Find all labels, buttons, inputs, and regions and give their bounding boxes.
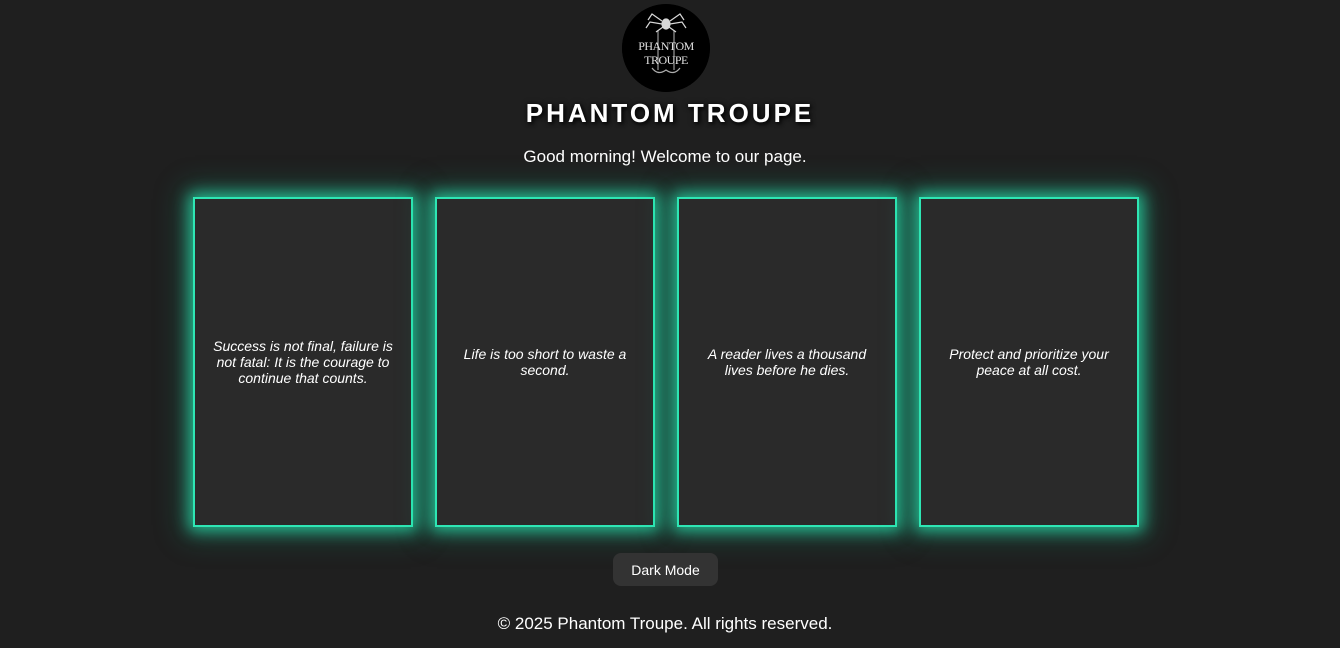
quote-card[interactable]: A reader lives a thousand lives before h…: [677, 197, 897, 527]
quote-card[interactable]: Success is not final, failure is not fat…: [193, 197, 413, 527]
quote-card[interactable]: Protect and prioritize your peace at all…: [919, 197, 1139, 527]
quote-text: Life is too short to waste a second.: [463, 346, 627, 378]
page-title: PHANTOM TROUPE: [525, 98, 815, 128]
quote-text: A reader lives a thousand lives before h…: [707, 346, 867, 378]
page: PHANTOM TROUPE PHANTOM TROUPE Good morni…: [0, 0, 1340, 648]
spider-logo-icon: PHANTOM TROUPE: [622, 4, 710, 92]
quote-card[interactable]: Life is too short to waste a second.: [435, 197, 655, 527]
logo-text-line-2: TROUPE: [644, 53, 688, 67]
footer-copyright: © 2025 Phantom Troupe. All rights reserv…: [497, 614, 833, 633]
greeting-text: Good morning! Welcome to our page.: [523, 147, 807, 166]
dark-mode-button[interactable]: Dark Mode: [613, 553, 718, 586]
quote-cards: Success is not final, failure is not fat…: [193, 197, 1143, 531]
logo-text-line-1: PHANTOM: [638, 39, 694, 53]
quote-text: Protect and prioritize your peace at all…: [949, 346, 1109, 378]
quote-text: Success is not final, failure is not fat…: [213, 338, 393, 386]
